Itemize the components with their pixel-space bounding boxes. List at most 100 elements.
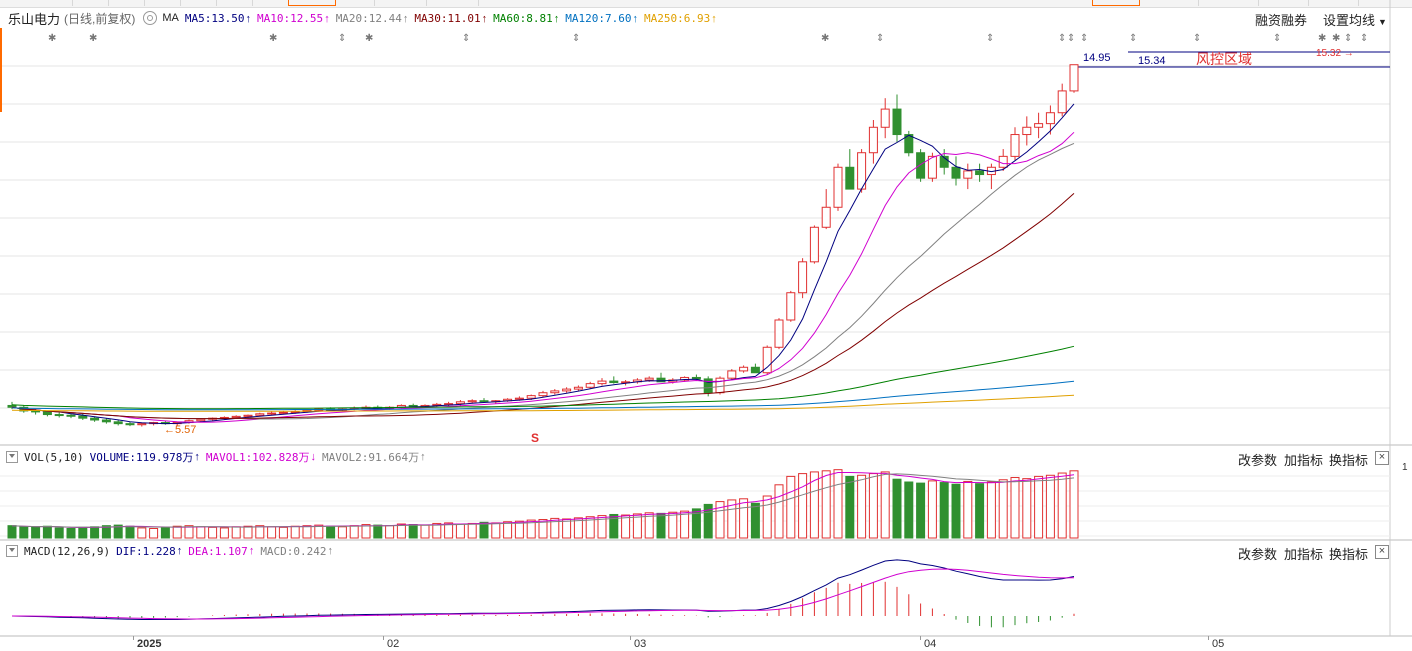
macd-plot [11,559,1075,628]
candle-body [750,366,760,374]
ma-settings-button[interactable]: 设置均线 ▼ [1323,10,1387,29]
candle-body [774,319,784,348]
ma-value-ma30: MA30:11.01 [414,11,481,25]
event-marker-icon: ✱ [1332,33,1340,44]
volume-bar [361,524,371,539]
volume-bar [219,527,229,539]
event-marker-icon: ⇕ [1080,33,1088,44]
vol-volume: VOLUME:119.978万 [89,451,194,464]
margin-trading-button[interactable]: 融资融券 [1255,10,1307,29]
volume-bar [314,524,324,539]
up-arrow-icon: ↑ [420,451,426,463]
candle-body [833,166,843,208]
candle-body [243,414,253,417]
volume-bar [491,522,501,539]
risk-zone-label: 风控区域 [1196,51,1252,67]
candle-body [137,423,147,426]
event-marker-icon: ⇕ [1193,33,1201,44]
ma-line-20 [11,142,1075,420]
event-marker-icon: ⇕ [876,33,884,44]
vol-add-indicator-button[interactable]: 加指标 [1284,450,1323,469]
candle-body [66,414,76,417]
volume-bar [243,525,253,539]
x-axis-label: 05 [1212,638,1225,650]
volume-bar [680,510,690,539]
candle-body [786,292,796,321]
volume-bar [267,526,277,539]
candle-body [951,166,961,179]
candle-body [691,376,701,380]
macd-params-button[interactable]: 改参数 [1238,544,1277,563]
volume-bar [31,526,41,539]
up-arrow-icon: ↑ [324,12,330,25]
dropdown-icon[interactable] [6,545,18,557]
up-arrow-icon: ↑ [481,12,488,25]
ma-line-30 [11,193,1075,420]
candle-body [1045,112,1055,125]
volume-bar [160,526,170,539]
macd-title: MACD(12,26,9) [24,544,111,558]
volume-bar [951,483,961,539]
volume-bar [892,478,902,539]
event-marker-icon: ⇕ [1058,33,1066,44]
event-marker-icon: ⇕ [1344,33,1352,44]
candle-body [585,383,595,388]
up-arrow-icon: ↑ [248,545,255,557]
candle-body [892,108,902,136]
active-marker [0,28,2,112]
volume-bar [196,526,206,539]
grid-lines [0,0,1412,637]
volume-bar [975,483,985,539]
candle-body [514,397,524,400]
volume-bar [290,525,300,539]
volume-bar [656,512,666,539]
event-marker-icon: ⇕ [338,33,346,44]
event-marker-icon: ⇕ [1360,33,1368,44]
macd-switch-indicator-button[interactable]: 换指标 [1329,544,1368,563]
volume-bar [125,525,135,539]
chart-mode: (日线,前复权) [64,11,136,26]
candle-body [42,411,52,416]
candle-body [31,410,41,413]
gear-icon[interactable] [143,11,158,25]
up-arrow-icon: ↑ [327,545,334,557]
macd-value: MACD:0.242 [260,544,327,558]
x-axis-tick [920,636,921,640]
event-marker-icon: ✱ [1318,33,1326,44]
candle-body [54,414,64,417]
candle-body [1057,90,1067,114]
ma-value-ma60: MA60:8.81 [493,11,553,25]
volume-bar [385,525,395,539]
vol-params-button[interactable]: 改参数 [1238,450,1277,469]
volume-bar [408,524,418,539]
vol-switch-indicator-button[interactable]: 换指标 [1329,450,1368,469]
vol-close-icon[interactable]: × [1375,451,1389,465]
macd-add-indicator-button[interactable]: 加指标 [1284,544,1323,563]
volume-bar [78,526,88,539]
candle-body [562,388,572,392]
volume-bar [845,475,855,539]
dropdown-icon[interactable] [6,451,18,463]
candle-body [231,415,241,418]
candle-body [916,152,926,179]
volume-bar [302,525,312,539]
candle-body [573,386,583,390]
volume-bar [479,521,489,539]
candle-body [196,418,206,422]
candle-body [78,415,88,419]
ma-value-ma250: MA250:6.93 [644,11,711,25]
x-axis-label: 03 [634,638,647,650]
macd-close-icon[interactable]: × [1375,545,1389,559]
last-high-label: 15.32 → [1316,48,1354,59]
volume-bar [927,480,937,539]
chevron-down-icon: ▼ [1378,17,1387,27]
event-markers: ✱ ✱ ✱ ⇕ ✱ ⇕ ⇕ ✱ ⇕ ⇕ ⇕ ⇕ ⇕ ⇕ ⇕ ⇕ ✱ ✱ ⇕ ⇕ [48,33,1368,44]
ma-settings-label: 设置均线 [1323,13,1376,28]
up-arrow-icon: ↑ [194,451,200,463]
candle-body [455,401,465,405]
macd-header: MACD(12,26,9) DIF:1.228 ↑ DEA:1.107 ↑ MA… [0,542,1412,560]
ma-value-ma5: MA5:13.50 [184,11,245,25]
volume-bar [880,471,890,539]
candle-body [798,261,808,294]
volume-bar [7,525,17,539]
